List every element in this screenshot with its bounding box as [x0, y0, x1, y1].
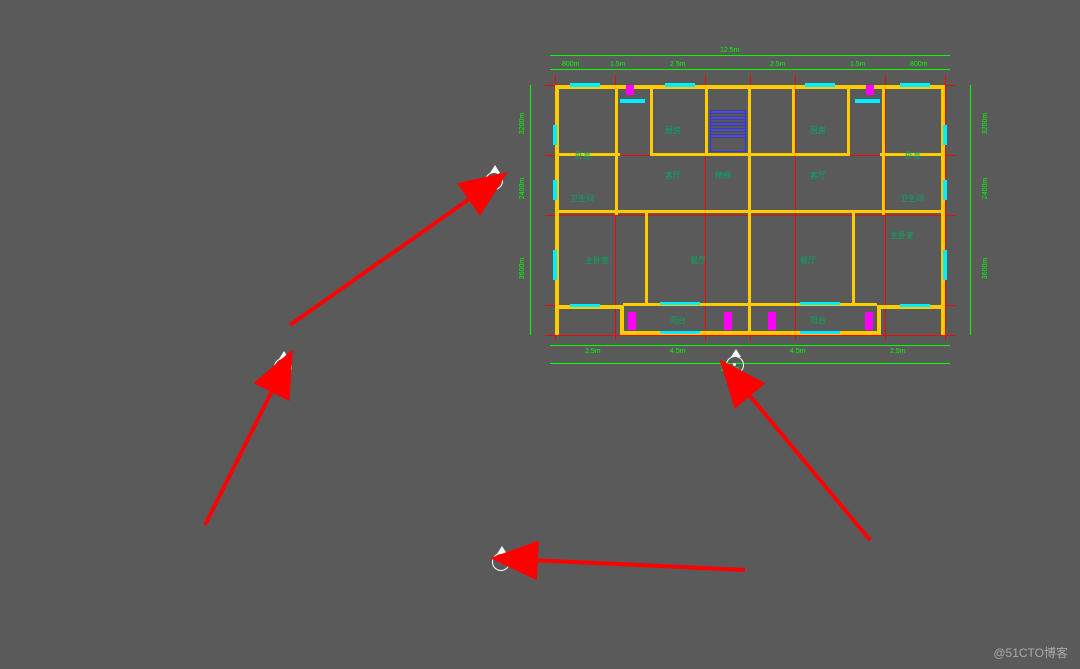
dim-left	[530, 85, 531, 335]
door	[626, 85, 634, 95]
dim-top-total	[550, 55, 950, 56]
room-label: 卧室	[575, 150, 591, 161]
dim-bottom-total	[550, 363, 950, 364]
window	[570, 83, 600, 87]
compass-marker	[485, 172, 503, 190]
dim-bottom-seg	[550, 345, 950, 346]
dim-top-total-text: 12.5m	[720, 47, 739, 54]
compass-marker	[726, 356, 744, 374]
watermark: @51CTO博客	[993, 644, 1068, 661]
floor-plan: 12.5m 800m 1.5m 2.5m 2.5m 1.5m 800m 3200…	[510, 55, 990, 375]
compass-marker	[274, 358, 292, 376]
dim-top-seg	[550, 69, 950, 70]
compass-marker	[492, 553, 510, 571]
dim-right	[970, 85, 971, 335]
stairs	[710, 110, 746, 152]
